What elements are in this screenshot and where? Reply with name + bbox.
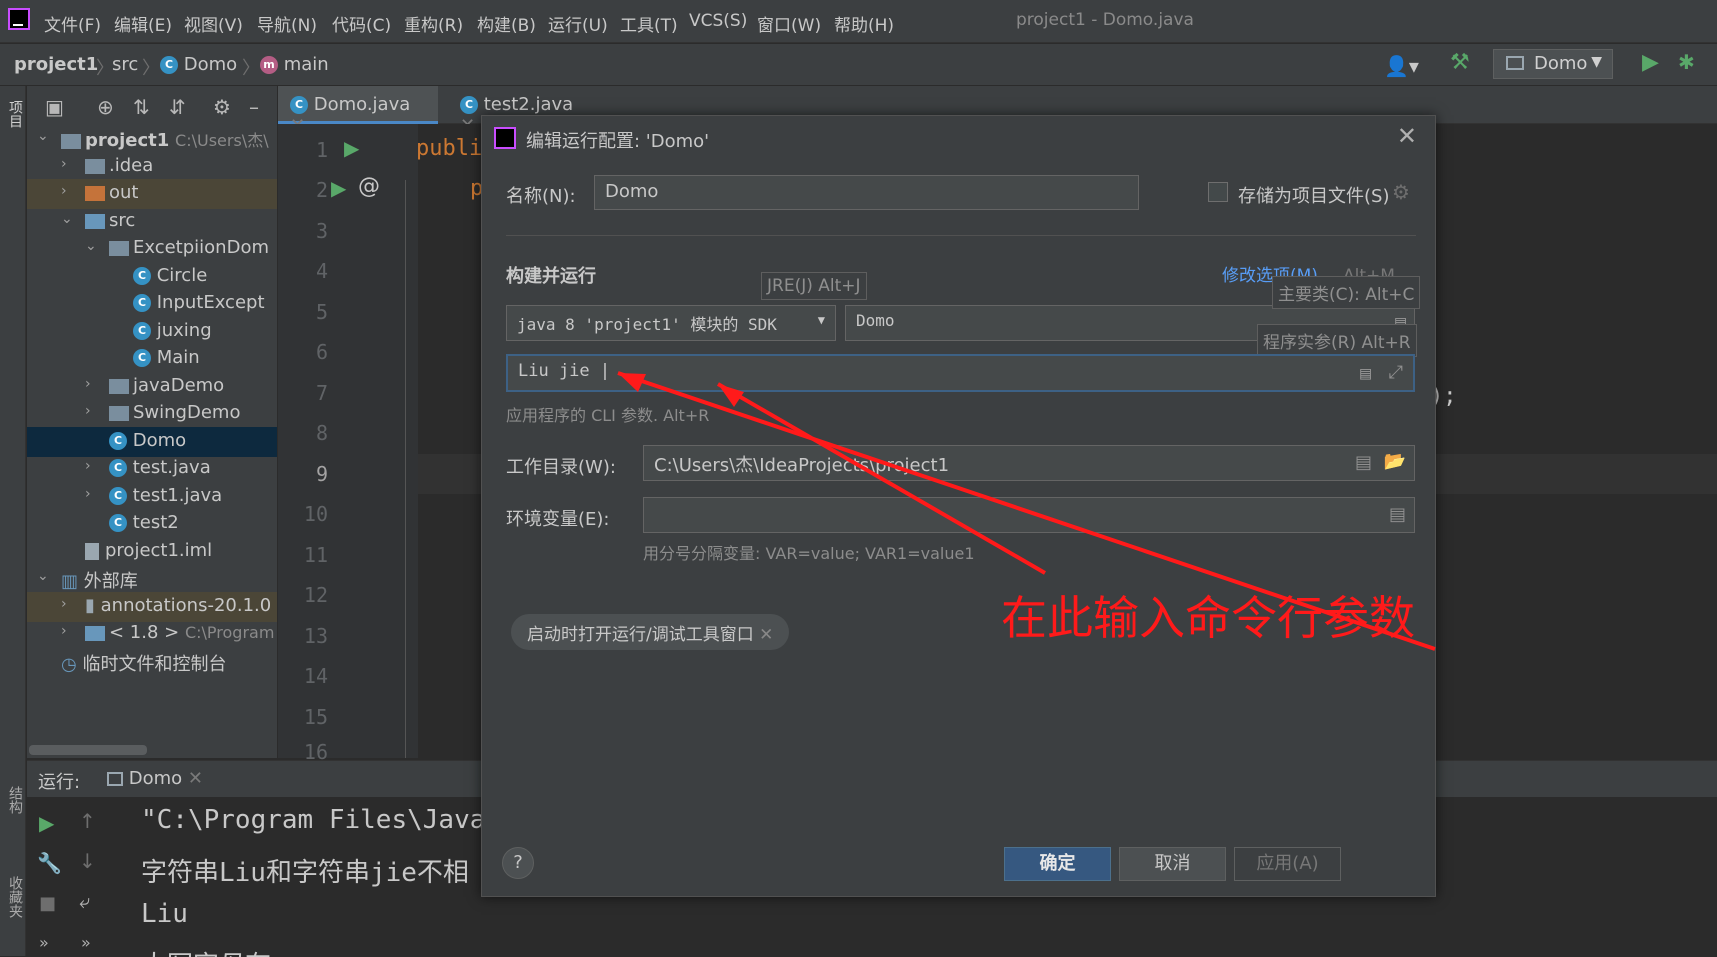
annotation-arrow-line [716,382,1047,575]
annotation-arrowhead [718,384,744,407]
annotation-arrows [617,371,1436,651]
annotation-text: 在此输入命令行参数 [1001,591,1415,645]
annotation-arrowhead [618,373,646,392]
